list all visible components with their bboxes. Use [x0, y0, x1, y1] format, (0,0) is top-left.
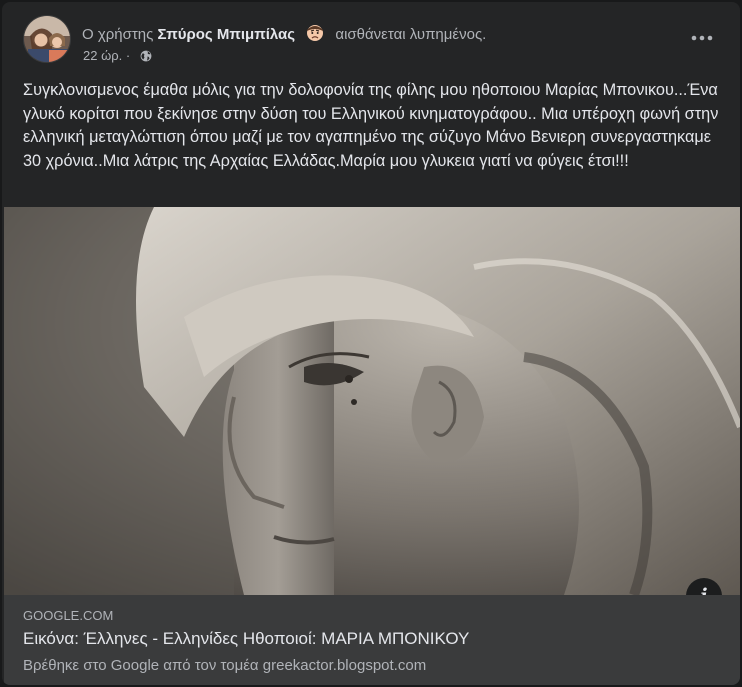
link-domain: GOOGLE.COM [23, 608, 114, 623]
post-header: Ο χρήστης Σπύρος Μπιμπίλας αισθάνεται λυ… [2, 2, 740, 74]
link-description: Βρέθηκε στο Google από τον τομέα greekac… [23, 657, 427, 674]
author-avatar[interactable] [23, 15, 71, 63]
author-prefix: Ο χρήστης [82, 26, 154, 43]
feeling-text: αισθάνεται λυπημένος. [335, 26, 487, 43]
shared-photo[interactable]: i [4, 207, 740, 595]
more-options-icon[interactable] [684, 20, 720, 56]
post-timestamp[interactable]: 22 ώρ. · [83, 48, 130, 63]
post-text: Συγκλονισμενος έμαθα μόλις για την δολοφ… [23, 81, 719, 170]
post-card: Ο χρήστης Σπύρος Μπιμπίλας αισθάνεται λυ… [2, 2, 740, 685]
sad-face-icon [305, 23, 325, 47]
globe-icon[interactable] [140, 50, 152, 65]
link-preview[interactable]: GOOGLE.COM Εικόνα: Έλληνες - Ελληνίδες Η… [4, 595, 740, 685]
link-title[interactable]: Εικόνα: Έλληνες - Ελληνίδες Ηθοποιοί: ΜΑ… [23, 629, 469, 649]
post-header-line: Ο χρήστης Σπύρος Μπιμπίλας αισθάνεται λυ… [82, 23, 486, 47]
author-name[interactable]: Σπύρος Μπιμπίλας [158, 26, 296, 43]
post-meta: 22 ώρ. · [83, 48, 152, 65]
